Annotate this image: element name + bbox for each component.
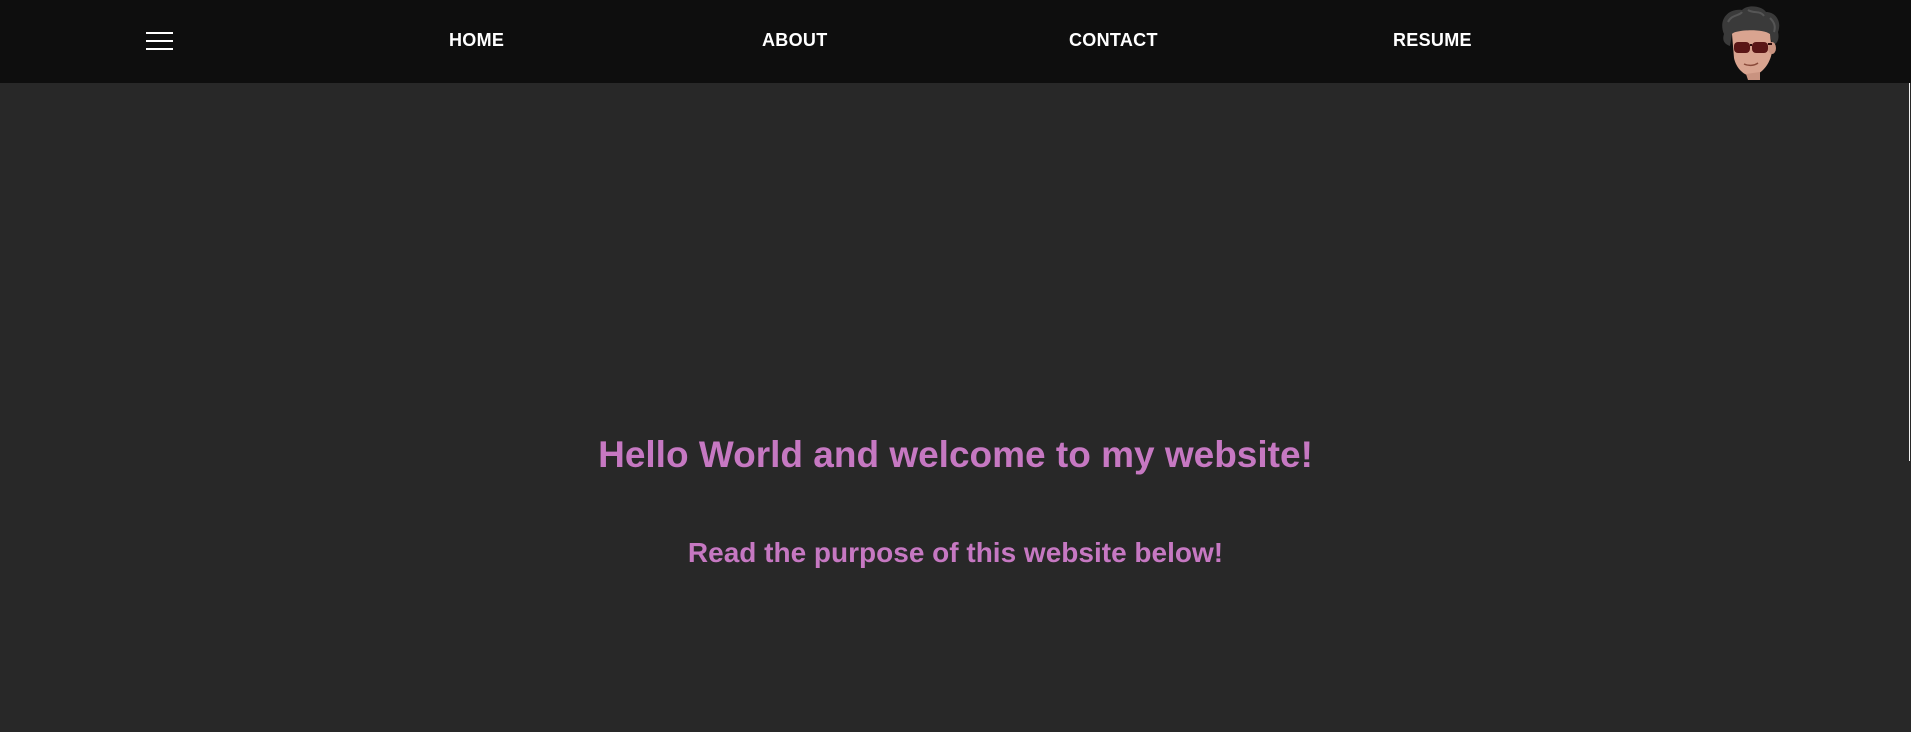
hamburger-menu-icon[interactable] xyxy=(143,28,173,56)
nav-link-about[interactable]: ABOUT xyxy=(762,30,828,51)
top-navbar: HOME ABOUT CONTACT RESUME xyxy=(0,0,1911,83)
nav-link-resume[interactable]: RESUME xyxy=(1393,30,1472,51)
hero-subtitle: Read the purpose of this website below! xyxy=(687,537,1224,568)
hero-title: Hello World and welcome to my website! xyxy=(598,434,1313,475)
avatar-icon[interactable] xyxy=(1714,4,1784,80)
nav-link-contact[interactable]: CONTACT xyxy=(1069,30,1158,51)
nav-link-home[interactable]: HOME xyxy=(449,30,504,51)
scrollbar-edge xyxy=(1909,83,1910,461)
